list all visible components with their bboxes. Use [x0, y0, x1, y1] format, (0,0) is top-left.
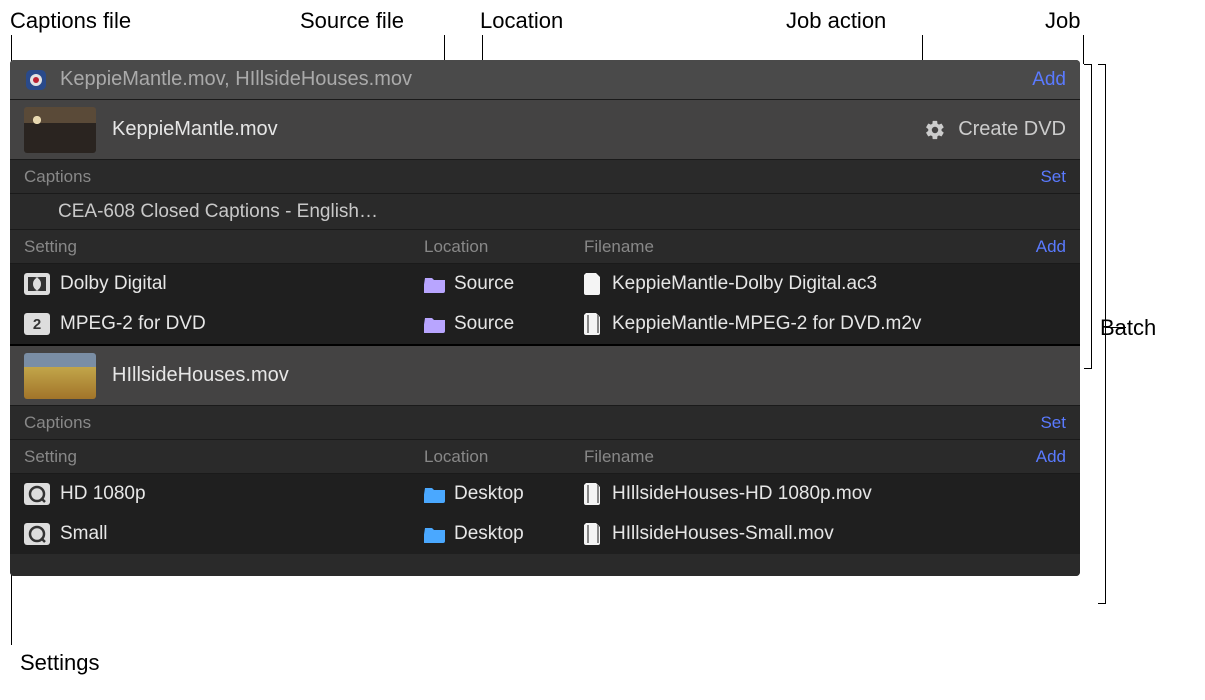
batch-source-names: KeppieMantle.mov, HIllsideHouses.mov — [60, 68, 412, 91]
callout-batch: Batch — [1100, 315, 1156, 341]
output-filename: HIllsideHouses-Small.mov — [612, 523, 834, 545]
setting-row[interactable]: HD 1080p Desktop HIllsideHouses-HD 1080p… — [10, 474, 1080, 514]
setting-row[interactable]: Small Desktop HIllsideHouses-Small.mov — [10, 514, 1080, 554]
columns-header: Setting Location Filename Add — [10, 230, 1080, 264]
folder-icon — [424, 485, 446, 503]
col-setting-label: Setting — [24, 447, 424, 467]
source-filename: HIllsideHouses.mov — [112, 364, 289, 387]
batch-app-icon — [24, 68, 48, 92]
setting-name: MPEG-2 for DVD — [60, 313, 206, 335]
job-action-button[interactable]: Create DVD — [924, 118, 1066, 141]
captions-header: Captions Set — [10, 160, 1080, 194]
callout-line — [1083, 35, 1084, 64]
batch-panel: KeppieMantle.mov, HIllsideHouses.mov Add… — [10, 60, 1080, 576]
location-name: Source — [454, 273, 514, 295]
source-thumbnail — [24, 107, 96, 153]
callout-job-action: Job action — [786, 8, 886, 34]
quicktime-icon — [24, 483, 50, 505]
setting-name: HD 1080p — [60, 483, 146, 505]
quicktime-icon — [24, 523, 50, 545]
location-name: Desktop — [454, 523, 524, 545]
folder-icon — [424, 525, 446, 543]
output-filename: HIllsideHouses-HD 1080p.mov — [612, 483, 872, 505]
columns-header: Setting Location Filename Add — [10, 440, 1080, 474]
location-name: Desktop — [454, 483, 524, 505]
job-action-label: Create DVD — [958, 118, 1066, 141]
callout-job: Job — [1045, 8, 1080, 34]
col-filename-label: Filename — [584, 447, 654, 467]
setting-row[interactable]: Dolby Digital Source KeppieMantle-Dolby … — [10, 264, 1080, 304]
callout-settings: Settings — [20, 650, 100, 676]
job-footer-spacer — [10, 554, 1080, 576]
job-header[interactable]: HIllsideHouses.mov — [10, 346, 1080, 406]
folder-icon — [424, 275, 446, 293]
col-filename-label: Filename — [584, 237, 654, 257]
settings-add-link[interactable]: Add — [1036, 447, 1066, 467]
callout-location: Location — [480, 8, 563, 34]
batch-header[interactable]: KeppieMantle.mov, HIllsideHouses.mov Add — [10, 60, 1080, 100]
setting-name: Dolby Digital — [60, 273, 167, 295]
dolby-icon — [24, 273, 50, 295]
callout-captions-file: Captions file — [10, 8, 131, 34]
video-file-icon — [584, 483, 602, 505]
output-filename: KeppieMantle-Dolby Digital.ac3 — [612, 273, 877, 295]
col-setting-label: Setting — [24, 237, 424, 257]
mpeg2-icon: 2 — [24, 313, 50, 335]
captions-entry-text: CEA-608 Closed Captions - English… — [58, 201, 378, 223]
output-filename: KeppieMantle-MPEG-2 for DVD.m2v — [612, 313, 921, 335]
video-file-icon — [584, 523, 602, 545]
job-block: KeppieMantle.mov Create DVD Captions Set… — [10, 100, 1080, 346]
col-location-label: Location — [424, 447, 584, 467]
gear-icon — [924, 119, 946, 141]
callout-line — [1106, 327, 1126, 328]
bracket-job — [1084, 64, 1092, 369]
col-location-label: Location — [424, 237, 584, 257]
svg-text:2: 2 — [33, 316, 41, 333]
captions-label: Captions — [24, 167, 91, 187]
callout-source-file: Source file — [300, 8, 404, 34]
settings-add-link[interactable]: Add — [1036, 237, 1066, 257]
batch-add-link[interactable]: Add — [1032, 69, 1066, 91]
bracket-batch — [1098, 64, 1106, 604]
captions-label: Captions — [24, 413, 91, 433]
job-header[interactable]: KeppieMantle.mov Create DVD — [10, 100, 1080, 160]
location-name: Source — [454, 313, 514, 335]
captions-set-link[interactable]: Set — [1040, 413, 1066, 433]
captions-header: Captions Set — [10, 406, 1080, 440]
setting-row[interactable]: 2 MPEG-2 for DVD Source KeppieMantle-MPE… — [10, 304, 1080, 344]
captions-set-link[interactable]: Set — [1040, 167, 1066, 187]
setting-name: Small — [60, 523, 108, 545]
folder-icon — [424, 315, 446, 333]
file-icon — [584, 273, 602, 295]
video-file-icon — [584, 313, 602, 335]
captions-entry[interactable]: CEA-608 Closed Captions - English… — [10, 194, 1080, 230]
source-thumbnail — [24, 353, 96, 399]
source-filename: KeppieMantle.mov — [112, 118, 278, 141]
job-block: HIllsideHouses.mov Captions Set Setting … — [10, 346, 1080, 576]
